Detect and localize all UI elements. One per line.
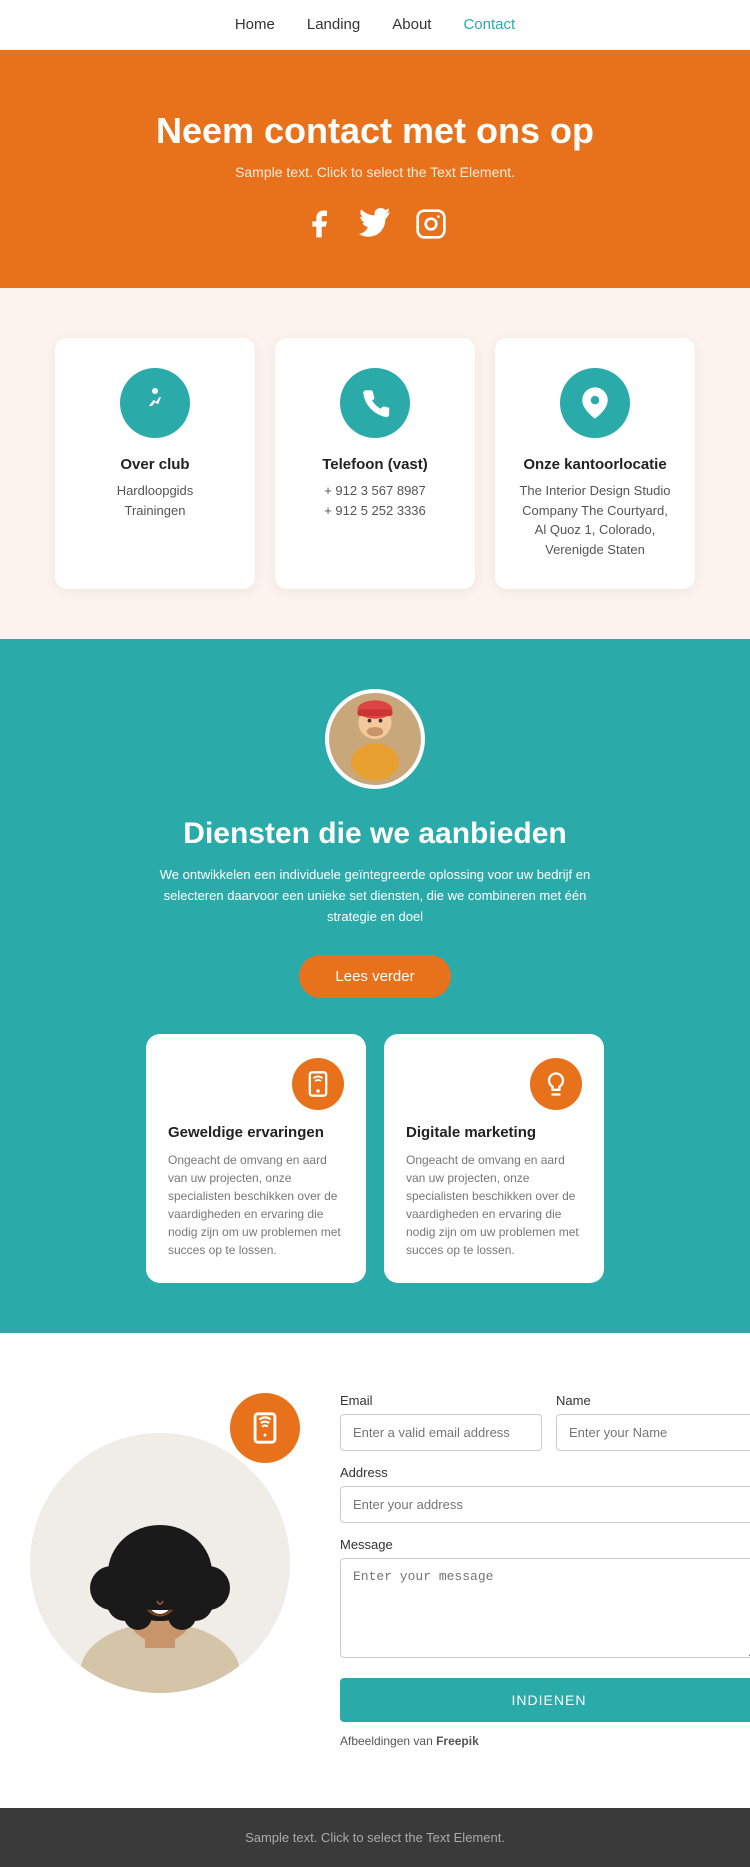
facebook-icon[interactable]: [303, 208, 335, 248]
card-phone-numbers: + 912 3 567 8987+ 912 5 252 3336: [295, 481, 455, 520]
form-group-address: Address: [340, 1465, 750, 1523]
card-phone-title: Telefoon (vast): [295, 456, 455, 473]
service-experiences-title: Geweldige ervaringen: [168, 1124, 344, 1141]
hero-subtitle: Sample text. Click to select the Text El…: [40, 164, 710, 180]
service-marketing-title: Digitale marketing: [406, 1124, 582, 1141]
lightbulb-icon: [530, 1058, 582, 1110]
card-phone: Telefoon (vast) + 912 3 567 8987+ 912 5 …: [275, 338, 475, 589]
nav-about[interactable]: About: [392, 16, 431, 33]
footer-text: Sample text. Click to select the Text El…: [245, 1830, 505, 1845]
card-location-address: The Interior Design Studio Company The C…: [515, 481, 675, 559]
service-card-experiences: Geweldige ervaringen Ongeacht de omvang …: [146, 1034, 366, 1283]
message-label: Message: [340, 1537, 750, 1552]
name-input[interactable]: [556, 1414, 750, 1451]
form-group-message: Message: [340, 1537, 750, 1658]
form-group-email: Email: [340, 1393, 542, 1451]
run-icon: [120, 368, 190, 438]
form-group-name: Name: [556, 1393, 750, 1451]
contact-avatar: [30, 1433, 290, 1693]
email-label: Email: [340, 1393, 542, 1408]
address-input[interactable]: [340, 1486, 750, 1523]
social-icons: [40, 208, 710, 248]
hero-title: Neem contact met ons op: [40, 110, 710, 152]
submit-button[interactable]: INDIENEN: [340, 1678, 750, 1722]
nav-landing[interactable]: Landing: [307, 16, 360, 33]
service-marketing-desc: Ongeacht de omvang en aard van uw projec…: [406, 1151, 582, 1259]
contact-left: [30, 1393, 310, 1693]
form-row-email-name: Email Name: [340, 1393, 750, 1451]
service-card-marketing: Digitale marketing Ongeacht de omvang en…: [384, 1034, 604, 1283]
lees-verder-button[interactable]: Lees verder: [299, 955, 450, 998]
footer: Sample text. Click to select the Text El…: [0, 1808, 750, 1867]
nav-home[interactable]: Home: [235, 16, 275, 33]
card-location-title: Onze kantoorlocatie: [515, 456, 675, 473]
card-location: Onze kantoorlocatie The Interior Design …: [495, 338, 695, 589]
services-avatar: [325, 689, 425, 789]
card-club-lines: HardloopgidsTrainingen: [75, 481, 235, 520]
mobile-icon: [292, 1058, 344, 1110]
card-club-title: Over club: [75, 456, 235, 473]
services-title: Diensten die we aanbieden: [30, 817, 720, 851]
cards-section: Over club HardloopgidsTrainingen Telefoo…: [0, 288, 750, 639]
freepik-credit: Afbeeldingen van Freepik: [340, 1734, 750, 1748]
message-textarea[interactable]: [340, 1558, 750, 1658]
email-input[interactable]: [340, 1414, 542, 1451]
service-cards: Geweldige ervaringen Ongeacht de omvang …: [30, 1034, 720, 1283]
contact-right: Email Name Address Message INDIENEN Afbe…: [340, 1393, 750, 1748]
services-description: We ontwikkelen een individuele geïntegre…: [145, 865, 605, 927]
address-label: Address: [340, 1465, 750, 1480]
phone-icon: [340, 368, 410, 438]
instagram-icon[interactable]: [415, 208, 447, 248]
location-icon: [560, 368, 630, 438]
navigation: Home Landing About Contact: [0, 0, 750, 50]
contact-phone-icon: [230, 1393, 300, 1463]
twitter-icon[interactable]: [359, 208, 391, 248]
card-club: Over club HardloopgidsTrainingen: [55, 338, 255, 589]
name-label: Name: [556, 1393, 750, 1408]
hero-section: Neem contact met ons op Sample text. Cli…: [0, 50, 750, 288]
contact-section: Email Name Address Message INDIENEN Afbe…: [0, 1333, 750, 1808]
nav-contact[interactable]: Contact: [463, 16, 515, 33]
service-experiences-desc: Ongeacht de omvang en aard van uw projec…: [168, 1151, 344, 1259]
services-section: Diensten die we aanbieden We ontwikkelen…: [0, 639, 750, 1333]
